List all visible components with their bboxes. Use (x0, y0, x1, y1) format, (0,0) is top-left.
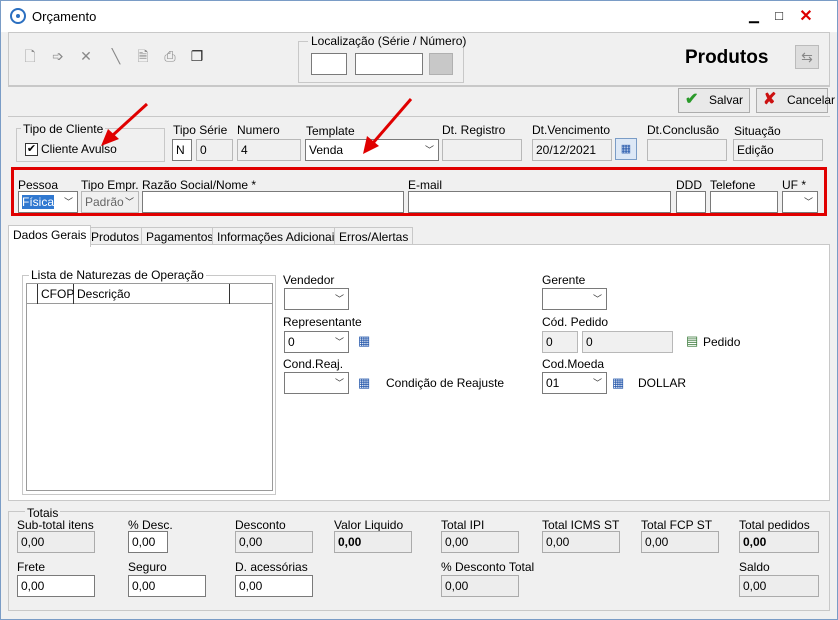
tab-dados-gerais[interactable]: Dados Gerais (8, 225, 92, 247)
annotation-arrows (101, 98, 413, 154)
arrow-to-template (363, 98, 413, 154)
arrow-to-cliente-avulso (101, 102, 149, 146)
window: Orçamento ▁ □ ✕ 🗋 ➩ ✕ ╲ 🗎 ⎙ ❐ Localizaçã… (0, 0, 838, 620)
